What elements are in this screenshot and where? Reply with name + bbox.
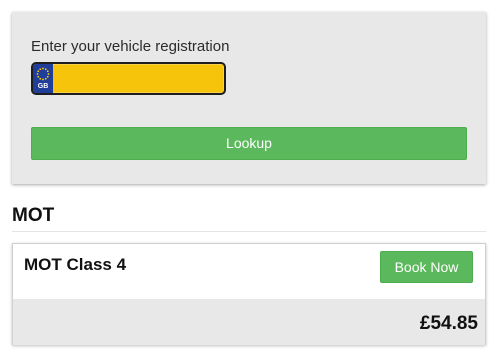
plate-country-band: GB (33, 64, 53, 93)
lookup-button[interactable]: Lookup (31, 127, 467, 160)
book-now-button[interactable]: Book Now (380, 251, 473, 283)
section-title: MOT (12, 205, 55, 226)
registration-lookup-panel: Enter your vehicle registration GB Looku… (12, 12, 486, 184)
registration-input[interactable] (57, 67, 221, 90)
registration-plate-field[interactable]: GB (31, 62, 226, 95)
product-card-header: MOT Class 4 Book Now (13, 244, 485, 299)
product-price: £54.85 (419, 313, 478, 334)
section-divider (12, 231, 486, 232)
product-card: MOT Class 4 Book Now £54.85 (12, 243, 486, 345)
eu-stars-icon (36, 67, 50, 81)
product-card-footer: £54.85 (13, 299, 485, 345)
plate-country-code: GB (37, 83, 49, 90)
product-name: MOT Class 4 (24, 255, 127, 274)
registration-label: Enter your vehicle registration (31, 38, 230, 55)
